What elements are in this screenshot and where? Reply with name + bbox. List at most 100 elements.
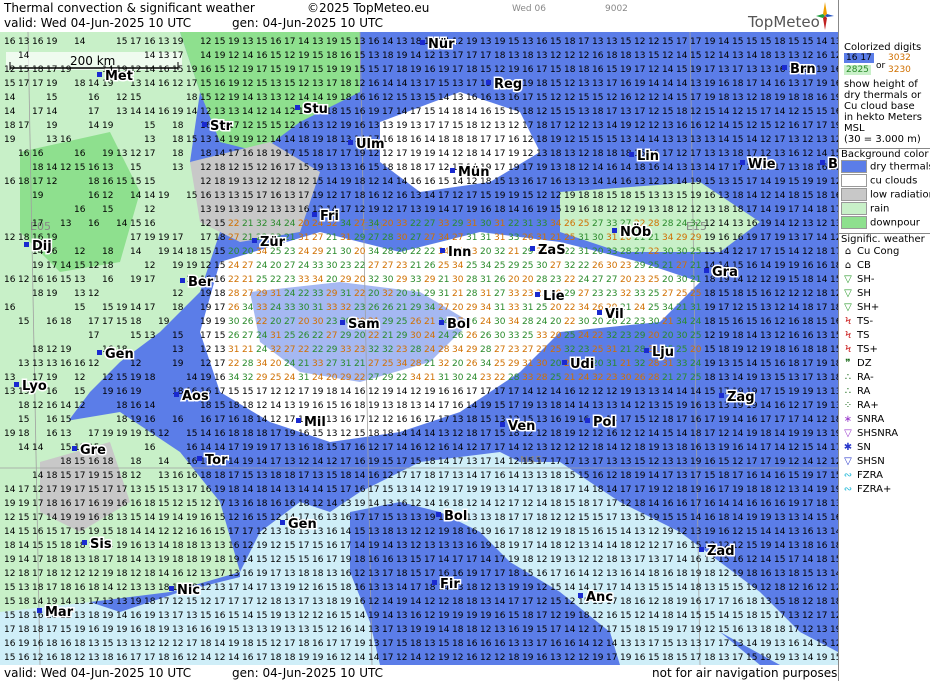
- thermal-value: 16: [704, 191, 716, 201]
- thermal-value: 23: [634, 317, 645, 327]
- thermal-value: 31: [536, 233, 547, 243]
- thermal-value: 17: [788, 415, 799, 425]
- thermal-value: 18: [18, 233, 30, 243]
- thermal-value: 20: [592, 247, 604, 257]
- thermal-value: 17: [522, 597, 533, 607]
- thermal-value: 19: [522, 583, 534, 593]
- thermal-value: 18: [256, 429, 268, 439]
- thermal-value: 18: [410, 37, 422, 47]
- thermal-value: 13: [592, 401, 603, 411]
- thermal-value: 12: [592, 555, 603, 565]
- thermal-value: 17: [690, 499, 701, 509]
- thermal-value: 16: [326, 527, 338, 537]
- thermal-value: 13: [550, 653, 561, 663]
- thermal-value: 12: [172, 639, 183, 649]
- thermal-value: 18: [704, 373, 716, 383]
- thermal-value: 14: [74, 37, 86, 47]
- thermal-value: 13: [368, 625, 379, 635]
- thermal-value: 17: [186, 79, 197, 89]
- thermal-value: 16: [606, 611, 618, 621]
- thermal-value: 19: [242, 457, 254, 467]
- day-tab[interactable]: Wed 06: [512, 4, 546, 14]
- thermal-value: 13: [718, 653, 729, 663]
- thermal-value: 15: [256, 513, 267, 523]
- thermal-value: 17: [18, 121, 29, 131]
- thermal-value: 21: [662, 373, 673, 383]
- thermal-value: 27: [368, 261, 379, 271]
- thermal-value: 16: [130, 499, 142, 509]
- thermal-value: 24: [284, 219, 296, 229]
- thermal-value: 19: [102, 611, 114, 621]
- thermal-value: 16: [340, 625, 352, 635]
- thermal-value: 16: [354, 387, 366, 397]
- thermal-value: 23: [522, 289, 533, 299]
- thermal-value: 19: [522, 653, 534, 663]
- thermal-value: 14: [396, 583, 408, 593]
- thermal-value: 18: [284, 177, 296, 187]
- thermal-value: 19: [816, 401, 828, 411]
- thermal-value: 12: [116, 93, 127, 103]
- thermal-value: 13: [452, 541, 463, 551]
- thermal-value: 13: [158, 471, 169, 481]
- thermal-value: 17: [60, 527, 71, 537]
- wx-legend-item: ✱ SN: [839, 441, 930, 455]
- city-marker-icon: [197, 456, 202, 461]
- thermal-value: 12: [340, 429, 351, 439]
- thermal-value: 17: [606, 513, 617, 523]
- thermal-value: 16: [46, 387, 58, 397]
- footer-notice: not for air navigation purposes: [652, 666, 838, 680]
- wx-legend-item: ❞ DZ: [839, 357, 930, 371]
- thermal-value: 16: [242, 499, 254, 509]
- thermal-value: 26: [494, 275, 506, 285]
- weather-map[interactable]: E05 E10 E15 N45 200 km 16 13 16 19 14 15 17 16 1…: [0, 32, 838, 665]
- thermal-value: 14: [424, 429, 436, 439]
- thermal-value: 14: [326, 499, 338, 509]
- thermal-value: 13: [466, 457, 477, 467]
- thermal-value: 12: [60, 163, 71, 173]
- thermal-value: 19: [830, 625, 838, 635]
- thermal-value: 18: [704, 317, 716, 327]
- thermal-value: 13: [620, 135, 631, 145]
- thermal-value: 19: [816, 653, 828, 663]
- thermal-value: 19: [102, 429, 114, 439]
- thermal-value: 18: [452, 625, 464, 635]
- thermal-value: 15: [480, 65, 491, 75]
- thermal-value: 30: [326, 261, 338, 271]
- thermal-value: 13: [158, 51, 169, 61]
- thermal-value: 13: [564, 555, 575, 565]
- thermal-value: 14: [466, 107, 478, 117]
- thermal-value: 20: [550, 359, 562, 369]
- thermal-value: 12: [368, 597, 379, 607]
- thermal-value: 30: [494, 317, 506, 327]
- thermal-value: 19: [158, 247, 170, 257]
- thermal-value: 16: [788, 345, 800, 355]
- thermal-value: 29: [452, 219, 464, 229]
- thermal-value: 14: [312, 485, 324, 495]
- thermal-value: 15: [830, 331, 838, 341]
- thermal-value: 12: [200, 219, 211, 229]
- thermal-value: 17: [578, 37, 589, 47]
- thermal-value: 12: [172, 597, 183, 607]
- thermal-value: 16: [200, 527, 212, 537]
- thermal-value: 30: [676, 275, 688, 285]
- thermal-value: 13: [774, 569, 785, 579]
- thermal-value: 13: [256, 625, 267, 635]
- thermal-value: 15: [144, 429, 155, 439]
- thermal-value: 18: [270, 653, 282, 663]
- thermal-value: 17: [116, 485, 127, 495]
- thermal-value: 18: [746, 611, 758, 621]
- thermal-value: 14: [578, 569, 590, 579]
- thermal-value: 14: [508, 205, 520, 215]
- thermal-value: 14: [88, 121, 100, 131]
- thermal-value: 13: [158, 611, 169, 621]
- thermal-value: 18: [592, 191, 604, 201]
- thermal-value: 17: [606, 653, 617, 663]
- thermal-value: 19: [102, 387, 114, 397]
- thermal-value: 17: [438, 471, 449, 481]
- thermal-value: 15: [214, 261, 225, 271]
- thermal-value: 34: [256, 359, 268, 369]
- thermal-value: 13: [368, 583, 379, 593]
- thermal-value: 14: [480, 555, 492, 565]
- thermal-value: 17: [256, 191, 267, 201]
- weather-symbol-icon: ▽: [844, 302, 852, 313]
